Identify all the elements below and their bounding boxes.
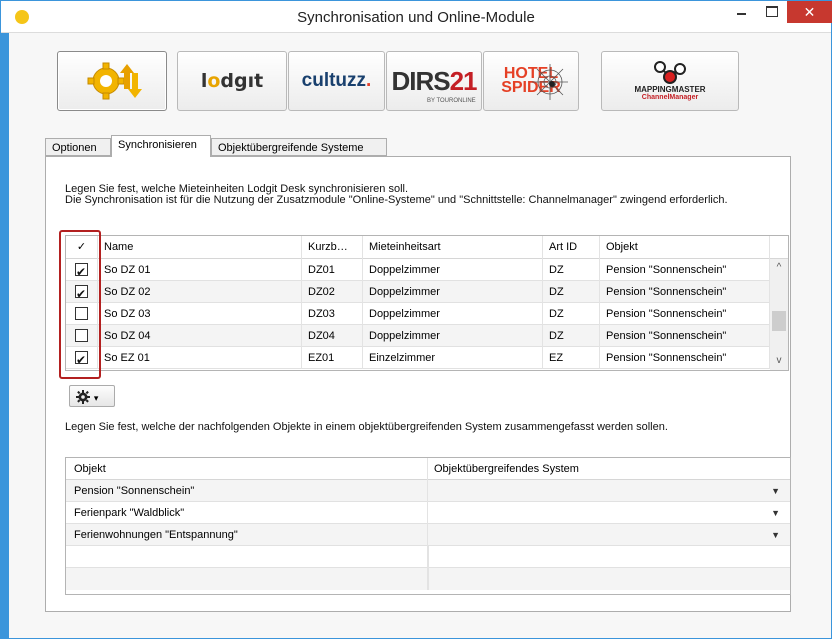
table-row[interactable]: Pension "Sonnenschein" ▼ (66, 480, 790, 502)
table-row[interactable]: So DZ 01 DZ01 Doppelzimmer DZ Pension "S… (66, 259, 770, 281)
dirs21-module-button[interactable]: DIRS21 BY TOURONLINE (386, 51, 482, 111)
sync-checkbox[interactable] (75, 283, 88, 303)
maximize-button[interactable] (759, 1, 785, 23)
settings-dropdown-button[interactable]: ▾ (69, 385, 115, 407)
scroll-down-button[interactable]: v (770, 352, 788, 370)
table-row[interactable]: Ferienpark "Waldblick" ▼ (66, 502, 790, 524)
column-header-objekt[interactable]: Objekt (600, 236, 770, 259)
mappingmaster-network-icon (654, 61, 686, 84)
column-header-mieteinheitsart[interactable]: Mieteinheitsart (363, 236, 543, 259)
mappingmaster-logo: MAPPINGMASTER ChannelManager (634, 85, 706, 102)
dropdown-arrow-icon: ▼ (771, 508, 780, 518)
title-bar: Synchronisation und Online-Module ✕ (1, 1, 832, 33)
hotelspider-module-button[interactable]: HOTEL SPIDER (483, 51, 579, 111)
sync-description: Legen Sie fest, welche Mieteinheiten Lod… (65, 183, 728, 206)
chevron-down-icon: ▾ (93, 393, 99, 403)
tab-objektuebergreifende-systeme[interactable]: Objektübergreifende Systeme (211, 138, 387, 156)
tab-synchronisieren[interactable]: Synchronisieren (111, 135, 211, 157)
lodgit-logo: lodgıt (200, 70, 264, 92)
minimize-button[interactable] (729, 1, 755, 23)
window-left-border (1, 33, 9, 638)
sync-checkbox[interactable] (75, 306, 88, 320)
window-title: Synchronisation und Online-Module (297, 9, 535, 26)
table-row[interactable]: So DZ 03 DZ03 Doppelzimmer DZ Pension "S… (66, 303, 770, 325)
column-header-system[interactable]: Objektübergreifendes System (428, 458, 790, 480)
lodgit-module-button[interactable]: lodgıt (177, 51, 287, 111)
dropdown-arrow-icon: ▼ (771, 530, 780, 540)
spider-web-icon (532, 64, 568, 100)
objects-grid-header: Objekt Objektübergreifendes System (66, 458, 790, 480)
sync-checkbox[interactable] (75, 349, 88, 369)
objects-grid: Objekt Objektübergreifendes System Pensi… (65, 457, 791, 595)
sync-checkbox[interactable] (75, 328, 88, 342)
scrollbar-thumb[interactable] (772, 311, 786, 331)
dirs21-logo: DIRS21 (391, 65, 477, 96)
tab-optionen[interactable]: Optionen (45, 138, 111, 156)
table-row-empty (66, 568, 790, 590)
objects-description: Legen Sie fest, welche der nachfolgenden… (65, 421, 668, 433)
dirs21-subtitle: BY TOURONLINE (427, 98, 476, 104)
cultuzz-logo: cultuzz. (301, 70, 372, 91)
table-row[interactable]: So DZ 04 DZ04 Doppelzimmer DZ Pension "S… (66, 325, 770, 347)
close-button[interactable]: ✕ (787, 1, 832, 23)
gear-icon (76, 390, 90, 405)
table-row-empty (66, 546, 790, 568)
units-grid-header: ✓ Name Kurzb… Mieteinheitsart Art ID Obj… (66, 236, 788, 259)
dropdown-arrow-icon: ▼ (771, 486, 780, 496)
table-row[interactable]: Ferienwohnungen "Entspannung" ▼ (66, 524, 790, 546)
app-window: Synchronisation und Online-Module ✕ lodg… (0, 0, 832, 639)
system-select[interactable]: ▼ (428, 480, 790, 502)
mappingmaster-module-button[interactable]: MAPPINGMASTER ChannelManager (601, 51, 739, 111)
system-select[interactable]: ▼ (428, 524, 790, 546)
column-header-name[interactable]: Name (98, 236, 302, 259)
table-row[interactable]: So DZ 02 DZ02 Doppelzimmer DZ Pension "S… (66, 281, 770, 303)
sync-module-button[interactable] (57, 51, 167, 111)
gear-sync-icon (87, 62, 142, 100)
units-grid-scrollbar[interactable]: ^ v (770, 259, 788, 370)
column-header-check[interactable]: ✓ (66, 236, 98, 259)
column-header-art-id[interactable]: Art ID (543, 236, 600, 259)
column-header-objekt[interactable]: Objekt (66, 458, 428, 480)
scroll-up-button[interactable]: ^ (770, 259, 788, 277)
sync-checkbox[interactable] (75, 261, 88, 281)
system-select[interactable]: ▼ (428, 502, 790, 524)
module-toolbar: lodgıt cultuzz. DIRS21 BY TOURONLINE HOT… (45, 43, 745, 131)
units-grid: ✓ Name Kurzb… Mieteinheitsart Art ID Obj… (65, 235, 789, 371)
cultuzz-module-button[interactable]: cultuzz. (288, 51, 385, 111)
column-header-kurzbezeichnung[interactable]: Kurzb… (302, 236, 363, 259)
table-row[interactable]: So EZ 01 EZ01 Einzelzimmer EZ Pension "S… (66, 347, 770, 369)
